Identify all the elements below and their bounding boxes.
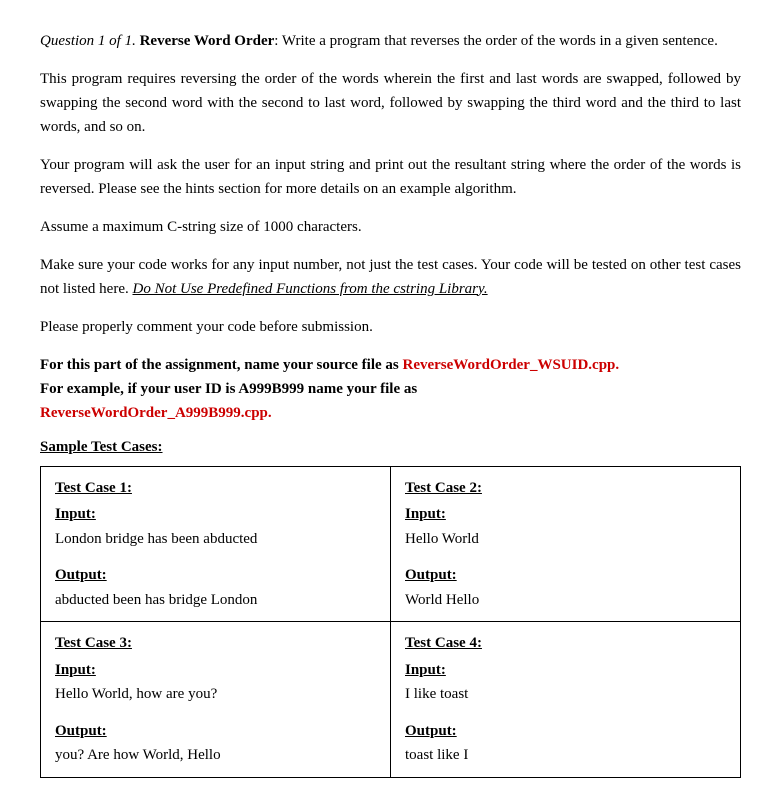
question-header: Question 1 of 1. Reverse Word Order: Wri… <box>40 30 741 53</box>
test-cases-row-1: Test Case 1: Input: London bridge has be… <box>41 466 741 622</box>
question-title-suffix: : Write a program that reverses the orde… <box>274 33 718 49</box>
paragraph-1: This program requires reversing the orde… <box>40 67 741 139</box>
test-case-1-output-label: Output: <box>55 564 376 587</box>
test-case-3-input-value: Hello World, how are you? <box>55 686 217 702</box>
test-case-4-content: Test Case 4: Input: I like toast Output:… <box>405 632 726 767</box>
test-case-1-cell: Test Case 1: Input: London bridge has be… <box>41 466 391 622</box>
test-case-2-input-label: Input: <box>405 503 726 526</box>
paragraph-2: Your program will ask the user for an in… <box>40 153 741 201</box>
test-case-1-label: Test Case 1: <box>55 477 376 500</box>
test-case-3-cell: Test Case 3: Input: Hello World, how are… <box>41 622 391 778</box>
test-case-2-content: Test Case 2: Input: Hello World Output: … <box>405 477 726 612</box>
question-title: Reverse Word Order <box>140 33 275 49</box>
test-case-2-output-value: World Hello <box>405 592 479 608</box>
test-case-4-input-label: Input: <box>405 659 726 682</box>
test-case-4-label: Test Case 4: <box>405 632 726 655</box>
no-predefined-functions-note: Do Not Use Predefined Functions from the… <box>132 281 487 297</box>
bold-instruction-red2: ReverseWordOrder_A999B999.cpp. <box>40 405 272 421</box>
test-case-1-output-value: abducted been has bridge London <box>55 592 257 608</box>
paragraph-3: Assume a maximum C-string size of 1000 c… <box>40 215 741 239</box>
test-cases-table: Test Case 1: Input: London bridge has be… <box>40 466 741 778</box>
paragraph-4: Make sure your code works for any input … <box>40 253 741 301</box>
sample-heading: Sample Test Cases: <box>40 439 741 456</box>
bold-instruction-red1: ReverseWordOrder_WSUID.cpp. <box>402 357 619 373</box>
test-case-1-input-value: London bridge has been abducted <box>55 531 257 547</box>
test-case-2-cell: Test Case 2: Input: Hello World Output: … <box>391 466 741 622</box>
test-case-3-output-label: Output: <box>55 720 376 743</box>
test-case-3-content: Test Case 3: Input: Hello World, how are… <box>55 632 376 767</box>
bold-instruction: For this part of the assignment, name yo… <box>40 353 741 425</box>
test-case-4-output-label: Output: <box>405 720 726 743</box>
test-case-2-input-value: Hello World <box>405 531 479 547</box>
test-case-3-input-label: Input: <box>55 659 376 682</box>
test-case-2-label: Test Case 2: <box>405 477 726 500</box>
test-case-3-label: Test Case 3: <box>55 632 376 655</box>
test-case-1-content: Test Case 1: Input: London bridge has be… <box>55 477 376 612</box>
test-case-3-output-value: you? Are how World, Hello <box>55 747 221 763</box>
question-number: Question 1 of 1. <box>40 33 136 49</box>
test-case-1-input-label: Input: <box>55 503 376 526</box>
bold-instruction-line1: For this part of the assignment, name yo… <box>40 357 402 373</box>
test-case-2-output-label: Output: <box>405 564 726 587</box>
paragraph-5: Please properly comment your code before… <box>40 315 741 339</box>
bold-instruction-line2: For example, if your user ID is A999B999… <box>40 381 417 397</box>
test-case-4-output-value: toast like I <box>405 747 468 763</box>
test-cases-row-2: Test Case 3: Input: Hello World, how are… <box>41 622 741 778</box>
test-case-4-cell: Test Case 4: Input: I like toast Output:… <box>391 622 741 778</box>
test-case-4-input-value: I like toast <box>405 686 468 702</box>
